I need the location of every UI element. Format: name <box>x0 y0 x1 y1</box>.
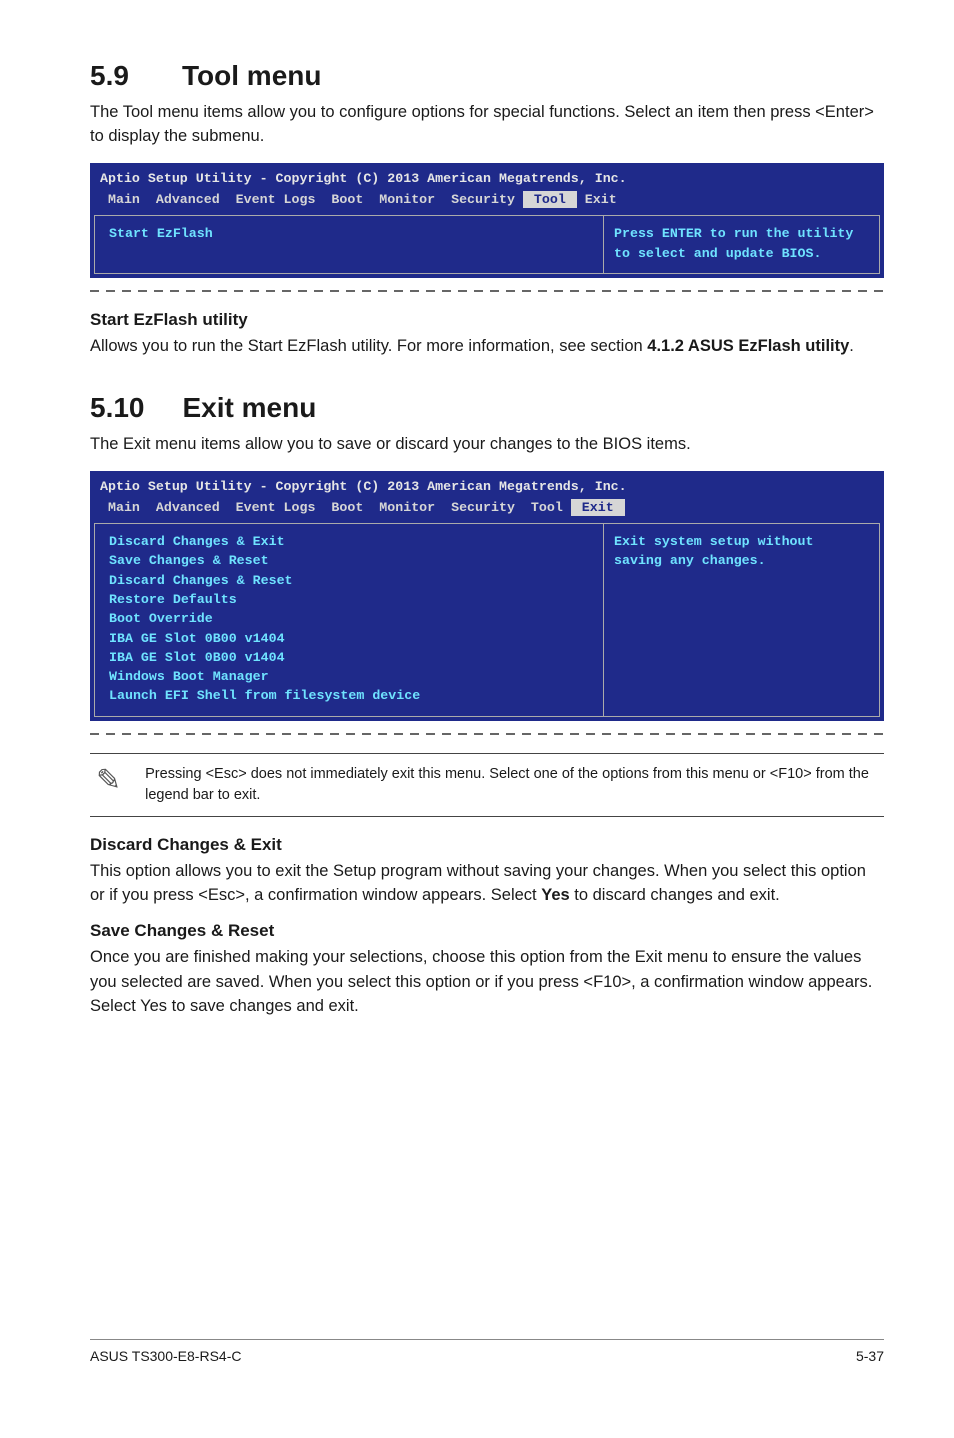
section-number: 5.10 <box>90 392 145 424</box>
note-box: ✎ Pressing <Esc> does not immediately ex… <box>90 753 884 817</box>
subheading-ezflash: Start EzFlash utility <box>90 310 884 330</box>
bios-screen-tool: Aptio Setup Utility - Copyright (C) 2013… <box>90 163 884 278</box>
bios-left-pane: Discard Changes & Exit Save Changes & Re… <box>94 523 603 716</box>
text: . <box>849 337 854 355</box>
bios-tabs-pre: Main Advanced Event Logs Boot Monitor Se… <box>100 500 571 515</box>
note-text: Pressing <Esc> does not immediately exit… <box>145 764 878 806</box>
subheading-save: Save Changes & Reset <box>90 921 884 941</box>
bios-left-pane: Start EzFlash <box>94 215 603 274</box>
bios-item: Boot Override <box>109 609 589 628</box>
yes-bold: Yes <box>541 886 569 904</box>
save-desc: Once you are finished making your select… <box>90 945 884 1018</box>
section-heading-exit: 5.10 Exit menu <box>90 392 884 424</box>
bios-tabs-post: Exit <box>577 192 617 207</box>
section-title: Tool menu <box>182 60 321 92</box>
bios-item: Launch EFI Shell from filesystem device <box>109 686 589 705</box>
pencil-icon: ✎ <box>96 764 121 796</box>
section-heading-tool: 5.9 Tool menu <box>90 60 884 92</box>
section-intro: The Exit menu items allow you to save or… <box>90 432 884 456</box>
bios-copyright: Aptio Setup Utility - Copyright (C) 2013… <box>90 471 884 496</box>
torn-edge <box>90 286 884 296</box>
bios-item: IBA GE Slot 0B00 v1404 <box>109 629 589 648</box>
footer-left: ASUS TS300-E8-RS4-C <box>90 1348 241 1364</box>
bios-copyright: Aptio Setup Utility - Copyright (C) 2013… <box>90 163 884 188</box>
section-number: 5.9 <box>90 60 144 92</box>
bios-tabs-pre: Main Advanced Event Logs Boot Monitor Se… <box>100 192 523 207</box>
bios-item: Discard Changes & Exit <box>109 532 589 551</box>
discard-desc: This option allows you to exit the Setup… <box>90 859 884 908</box>
bios-item: Discard Changes & Reset <box>109 571 589 590</box>
ezflash-desc: Allows you to run the Start EzFlash util… <box>90 334 884 358</box>
bios-item: Windows Boot Manager <box>109 667 589 686</box>
bios-item: Save Changes & Reset <box>109 551 589 570</box>
bios-help-text: Exit system setup without saving any cha… <box>614 532 869 571</box>
page-footer: ASUS TS300-E8-RS4-C 5-37 <box>90 1339 884 1364</box>
bios-tabbar: Main Advanced Event Logs Boot Monitor Se… <box>90 496 884 523</box>
subheading-discard: Discard Changes & Exit <box>90 835 884 855</box>
footer-right: 5-37 <box>856 1348 884 1364</box>
bios-item: Restore Defaults <box>109 590 589 609</box>
section-title: Exit menu <box>183 392 317 424</box>
bios-item: IBA GE Slot 0B00 v1404 <box>109 648 589 667</box>
bios-help-pane: Exit system setup without saving any cha… <box>603 523 880 716</box>
bios-help-text: Press ENTER to run the utility to select… <box>614 224 869 263</box>
bios-screen-exit: Aptio Setup Utility - Copyright (C) 2013… <box>90 471 884 721</box>
section-intro: The Tool menu items allow you to configu… <box>90 100 884 149</box>
bios-item: Start EzFlash <box>109 224 589 243</box>
ref-bold: 4.1.2 ASUS EzFlash utility <box>647 337 849 355</box>
torn-edge <box>90 729 884 739</box>
text: to discard changes and exit. <box>570 886 780 904</box>
bios-tabbar: Main Advanced Event Logs Boot Monitor Se… <box>90 188 884 215</box>
bios-tab-selected: Tool <box>523 191 577 208</box>
text: Allows you to run the Start EzFlash util… <box>90 337 647 355</box>
bios-help-pane: Press ENTER to run the utility to select… <box>603 215 880 274</box>
bios-tab-selected: Exit <box>571 499 625 516</box>
